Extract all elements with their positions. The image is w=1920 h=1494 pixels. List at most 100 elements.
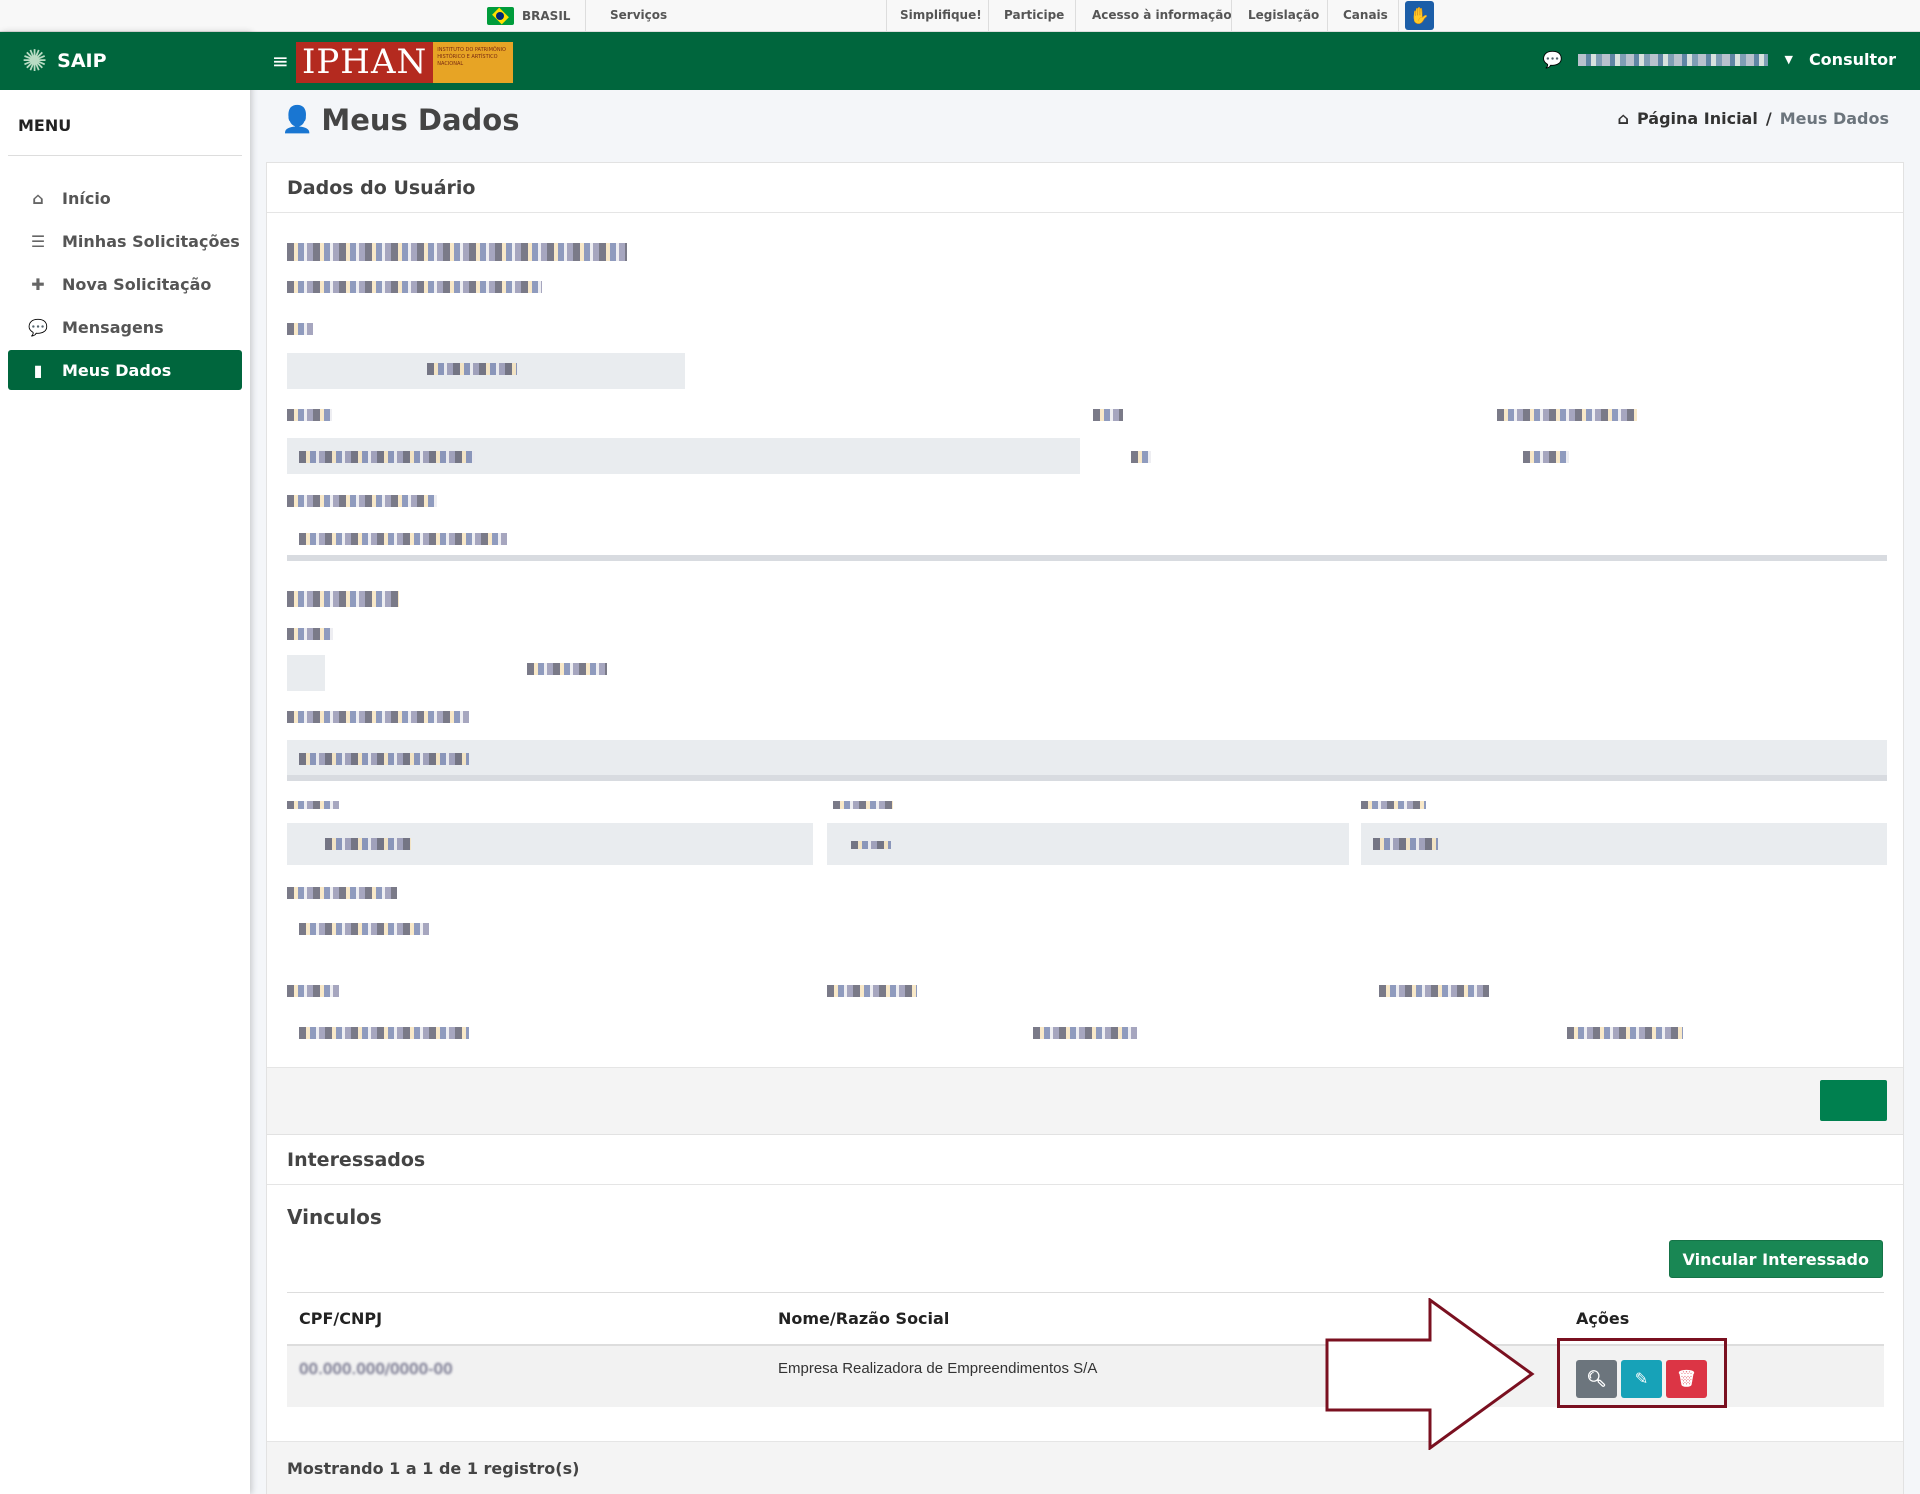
interessados-card: Interessados Vinculos Vincular Interessa… bbox=[266, 1134, 1904, 1494]
redacted-text bbox=[1379, 985, 1489, 997]
redacted-text bbox=[287, 985, 339, 997]
table-footer: Mostrando 1 a 1 de 1 registro(s) bbox=[267, 1441, 1903, 1494]
redacted-text bbox=[299, 753, 469, 765]
readonly-field bbox=[827, 823, 1349, 865]
sidebar-item-label: Mensagens bbox=[62, 317, 164, 337]
divider bbox=[1327, 0, 1328, 32]
breadcrumb-home-icon: ⌂ bbox=[1617, 109, 1629, 128]
gov-link-participe[interactable]: Participe bbox=[1004, 8, 1064, 22]
redacted-text bbox=[299, 533, 507, 545]
user-icon: 👤 bbox=[281, 105, 314, 135]
breadcrumb-home[interactable]: Página Inicial bbox=[1637, 109, 1758, 128]
redacted-text bbox=[827, 985, 917, 997]
annotation-arrow-icon bbox=[1325, 1298, 1535, 1450]
gov-link-acesso[interactable]: Acesso à informação bbox=[1092, 8, 1232, 22]
redacted-text bbox=[287, 628, 333, 640]
redacted-text bbox=[1497, 409, 1637, 421]
gov-top-bar: BRASIL Serviços Simplifique! Participe A… bbox=[0, 0, 1920, 32]
user-data-card: Dados do Usuário bbox=[266, 162, 1904, 1135]
redacted-text bbox=[287, 495, 437, 507]
redacted-text bbox=[299, 923, 429, 935]
redacted-text bbox=[1131, 451, 1151, 463]
divider bbox=[988, 0, 989, 32]
redacted-text bbox=[287, 409, 332, 421]
column-header-cpf: CPF/CNPJ bbox=[287, 1292, 766, 1346]
sidebar-nav: ⌂ Início ☰ Minhas Solicitações ✚ Nova So… bbox=[0, 156, 250, 390]
brasil-label: BRASIL bbox=[522, 9, 571, 23]
redacted-text bbox=[833, 801, 893, 809]
redacted-text bbox=[287, 887, 397, 899]
save-button[interactable] bbox=[1820, 1080, 1887, 1121]
messages-icon[interactable]: 💬 bbox=[1543, 50, 1563, 69]
readonly-field bbox=[287, 740, 1887, 776]
redacted-text bbox=[527, 663, 607, 675]
iphan-logo-text: IPHAN bbox=[296, 42, 434, 83]
gov-link-servicos[interactable]: Serviços bbox=[610, 8, 667, 22]
gov-link-simplifique[interactable]: Simplifique! bbox=[900, 8, 982, 22]
brand-name: SAIP bbox=[57, 50, 107, 72]
plus-icon: ✚ bbox=[31, 274, 45, 294]
redacted-text bbox=[427, 363, 517, 375]
accessibility-icon[interactable]: ✋ bbox=[1405, 1, 1434, 30]
annotation-highlight-box bbox=[1557, 1338, 1727, 1408]
chevron-down-icon[interactable]: ▼ bbox=[1784, 53, 1792, 66]
header-user-area: 💬 ▼ Consultor bbox=[1543, 50, 1896, 69]
card-title: Dados do Usuário bbox=[267, 163, 1903, 213]
divider bbox=[1075, 0, 1076, 32]
readonly-field bbox=[287, 655, 325, 691]
card-title: Interessados bbox=[267, 1135, 1903, 1185]
sidebar-item-mensagens[interactable]: 💬 Mensagens bbox=[8, 307, 242, 347]
sidebar-item-minhas-solicitacoes[interactable]: ☰ Minhas Solicitações bbox=[8, 221, 242, 261]
brand[interactable]: ✺ SAIP bbox=[0, 32, 250, 90]
top-header: ≡ IPHAN INSTITUTO DO PATRIMÔNIO HISTÓRIC… bbox=[250, 32, 1920, 90]
redacted-text bbox=[287, 323, 313, 335]
list-icon: ☰ bbox=[30, 231, 46, 251]
comments-icon: 💬 bbox=[28, 317, 48, 337]
redacted-text bbox=[287, 281, 542, 293]
page-title-text: Meus Dados bbox=[321, 103, 520, 137]
cpf-value: 00.000.000/0000-00 bbox=[299, 1359, 453, 1378]
sidebar-item-label: Meus Dados bbox=[62, 360, 172, 380]
redacted-text bbox=[851, 841, 891, 849]
divider bbox=[1231, 0, 1232, 32]
gov-link-canais[interactable]: Canais bbox=[1343, 8, 1388, 22]
iphan-logo-subtext: INSTITUTO DO PATRIMÔNIO HISTÓRICO E ARTÍ… bbox=[433, 42, 514, 83]
page-title: 👤 Meus Dados bbox=[281, 103, 520, 137]
brasil-link[interactable]: BRASIL bbox=[487, 7, 570, 25]
breadcrumb-current: Meus Dados bbox=[1779, 109, 1889, 128]
redacted-text bbox=[1361, 801, 1426, 809]
user-name-redacted[interactable] bbox=[1578, 53, 1769, 66]
readonly-field bbox=[1361, 823, 1887, 865]
vincular-interessado-button[interactable]: Vincular Interessado bbox=[1668, 1240, 1883, 1278]
redacted-text bbox=[1523, 451, 1569, 463]
sidebar-item-inicio[interactable]: ⌂ Início bbox=[8, 178, 242, 218]
redacted-text bbox=[299, 451, 475, 463]
sidebar-item-nova-solicitacao[interactable]: ✚ Nova Solicitação bbox=[8, 264, 242, 304]
brazil-flag-icon bbox=[487, 7, 514, 25]
saip-logo-icon: ✺ bbox=[22, 43, 48, 79]
user-role: Consultor bbox=[1808, 50, 1896, 69]
sidebar: ✺ SAIP MENU ⌂ Início ☰ Minhas Solicitaçõ… bbox=[0, 32, 250, 1494]
menu-title: MENU bbox=[8, 90, 242, 156]
hamburger-menu-icon[interactable]: ≡ bbox=[272, 49, 289, 73]
redacted-text bbox=[1567, 1027, 1683, 1039]
divider bbox=[585, 0, 586, 32]
redacted-text bbox=[1033, 1027, 1137, 1039]
sidebar-item-meus-dados[interactable]: ▮ Meus Dados bbox=[8, 350, 242, 390]
vinculos-title: Vinculos bbox=[287, 1205, 382, 1229]
sidebar-item-label: Início bbox=[62, 188, 111, 208]
gov-link-legislacao[interactable]: Legislação bbox=[1248, 8, 1319, 22]
breadcrumb: ⌂ Página Inicial / Meus Dados bbox=[1618, 109, 1889, 128]
breadcrumb-separator: / bbox=[1765, 109, 1772, 128]
redacted-text bbox=[299, 1027, 469, 1039]
column-header-acoes: Ações bbox=[1564, 1292, 1884, 1346]
divider bbox=[886, 0, 887, 32]
home-icon: ⌂ bbox=[32, 188, 44, 208]
sidebar-item-label: Minhas Solicitações bbox=[62, 231, 240, 251]
sidebar-item-label: Nova Solicitação bbox=[62, 274, 212, 294]
redacted-text bbox=[287, 711, 469, 723]
redacted-text bbox=[287, 591, 399, 607]
table-header-row: CPF/CNPJ Nome/Razão Social Ações bbox=[287, 1292, 1884, 1346]
cell-cpf: 00.000.000/0000-00 bbox=[287, 1344, 766, 1407]
card-footer bbox=[267, 1067, 1903, 1135]
